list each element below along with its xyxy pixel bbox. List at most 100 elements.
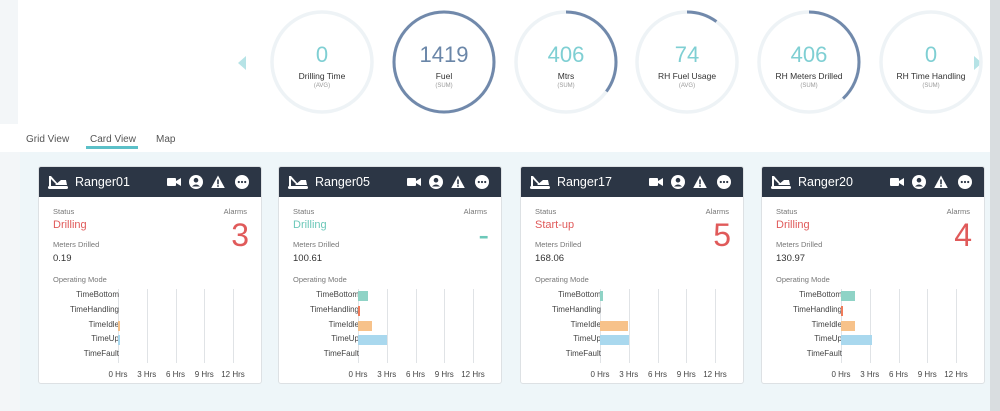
mode-bar <box>118 321 120 331</box>
kpi-aggregate: (AVG) <box>313 83 331 89</box>
kpi-value: 0 <box>315 42 329 67</box>
alarms-count: - <box>478 217 489 253</box>
status-value: Drilling <box>293 219 327 231</box>
mode-label: TimeHandling <box>551 305 601 314</box>
video-camera-icon[interactable] <box>167 175 181 189</box>
rig-card[interactable]: Ranger17 Status Alarms Start-up 5 Meters Dril… <box>520 166 744 384</box>
meters-drilled-label: Meters Drilled <box>535 240 582 249</box>
video-camera-icon[interactable] <box>890 175 904 189</box>
operating-mode-label: Operating Mode <box>53 275 107 284</box>
drill-rig-icon <box>47 174 69 190</box>
alarms-count: 5 <box>713 217 731 253</box>
mode-label: TimeBottom <box>316 290 359 299</box>
app-root: 0 Drilling Time (AVG) 1419 Fuel (SUM) 406 Mtrs (… <box>0 0 990 411</box>
tab-card-view[interactable]: Card View <box>90 134 136 145</box>
video-camera-icon[interactable] <box>649 175 663 189</box>
kpi-aggregate: (SUM) <box>922 83 940 89</box>
kpi-scroll-left-icon[interactable] <box>238 56 246 70</box>
chart-gridline <box>146 289 148 363</box>
status-value: Drilling <box>776 219 810 231</box>
mode-label: TimeIdle <box>88 320 119 329</box>
mode-bar <box>358 306 360 316</box>
mode-bar <box>600 321 628 331</box>
mode-label: TimeIdle <box>328 320 359 329</box>
operating-mode-label: Operating Mode <box>535 275 589 284</box>
chart-gridline <box>927 289 929 363</box>
more-options-icon[interactable] <box>235 175 249 189</box>
meters-drilled-value: 100.61 <box>293 253 323 264</box>
chart-gridline <box>869 289 871 363</box>
rig-card[interactable]: Ranger05 Status Alarms Drilling - Meters Dril… <box>278 166 502 384</box>
view-tabs: Grid View Card View Map <box>0 124 990 152</box>
mode-bar <box>841 291 856 301</box>
mode-label: TimeBottom <box>799 290 842 299</box>
rig-card[interactable]: Ranger01 Status Alarms Drilling 3 Meters Dril… <box>38 166 262 384</box>
mode-label: TimeHandling <box>69 305 119 314</box>
status-value: Drilling <box>53 219 87 231</box>
kpi-aggregate: (SUM) <box>800 83 818 89</box>
mode-label: TimeIdle <box>811 320 842 329</box>
drill-rig-icon <box>529 174 551 190</box>
mode-bar <box>118 335 120 345</box>
warning-icon[interactable] <box>211 175 225 189</box>
mode-label: TimeFault <box>83 349 119 358</box>
warning-icon[interactable] <box>451 175 465 189</box>
operator-icon[interactable] <box>671 175 685 189</box>
more-options-icon[interactable] <box>475 175 489 189</box>
warning-icon[interactable] <box>934 175 948 189</box>
chart-gridline <box>956 289 957 363</box>
kpi-gauge: 0 Drilling Time (AVG) <box>268 8 376 116</box>
kpi-label: Mtrs <box>557 71 575 81</box>
more-options-icon[interactable] <box>717 175 731 189</box>
kpi-value: 406 <box>790 42 828 67</box>
chart-gridline <box>898 289 900 363</box>
rig-card[interactable]: Ranger20 Status Alarms Drilling 4 Meters Dril… <box>761 166 985 384</box>
tab-map[interactable]: Map <box>156 134 175 145</box>
kpi-aggregate: (AVG) <box>678 83 696 89</box>
kpi-label: RH Fuel Usage <box>657 71 717 81</box>
mode-label: TimeBottom <box>76 290 119 299</box>
meters-drilled-value: 168.06 <box>535 253 565 264</box>
card-header: Ranger01 <box>39 167 261 197</box>
axis-tick-label: 12 Hrs <box>703 370 727 379</box>
mode-bar <box>358 321 373 331</box>
kpi-value: 0 <box>924 42 938 67</box>
chart-gridline <box>686 289 688 363</box>
operator-icon[interactable] <box>429 175 443 189</box>
card-title: Ranger17 <box>557 175 612 189</box>
meters-drilled-label: Meters Drilled <box>776 240 823 249</box>
more-options-icon[interactable] <box>958 175 972 189</box>
drill-rig-icon <box>287 174 309 190</box>
alarms-label: Alarms <box>705 207 729 216</box>
chart-gridline <box>715 289 716 363</box>
kpi-gauge: 406 Mtrs (SUM) <box>512 8 620 116</box>
card-title: Ranger05 <box>315 175 370 189</box>
chart-gridline <box>175 289 177 363</box>
warning-icon[interactable] <box>693 175 707 189</box>
operator-icon[interactable] <box>189 175 203 189</box>
status-label: Status <box>776 207 798 216</box>
kpi-gauge: 406 RH Meters Drilled (SUM) <box>755 8 863 116</box>
chart-gridline <box>386 289 388 363</box>
kpi-value: 1419 <box>419 42 469 67</box>
chart-gridline <box>628 289 630 363</box>
card-title: Ranger01 <box>75 175 130 189</box>
video-camera-icon[interactable] <box>407 175 421 189</box>
tab-grid-view[interactable]: Grid View <box>26 134 69 145</box>
operator-icon[interactable] <box>912 175 926 189</box>
meters-drilled-label: Meters Drilled <box>293 240 340 249</box>
card-header: Ranger20 <box>762 167 984 197</box>
mode-label: TimeFault <box>565 349 601 358</box>
axis-tick-label: 12 Hrs <box>461 370 485 379</box>
card-title: Ranger20 <box>798 175 853 189</box>
alarms-label: Alarms <box>463 207 487 216</box>
chart-gridline <box>657 289 659 363</box>
status-label: Status <box>535 207 557 216</box>
chart-gridline <box>233 289 234 363</box>
meters-drilled-label: Meters Drilled <box>53 240 100 249</box>
mode-label: TimeHandling <box>309 305 359 314</box>
axis-tick-label: 12 Hrs <box>221 370 245 379</box>
mode-bar <box>841 335 872 345</box>
mode-label: TimeFault <box>806 349 842 358</box>
active-tab-indicator <box>86 146 138 149</box>
